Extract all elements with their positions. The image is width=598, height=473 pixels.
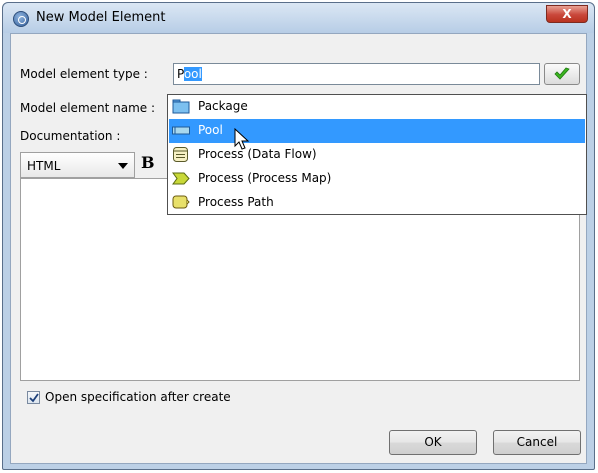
suggestion-label: Process (Data Flow): [198, 147, 317, 161]
suggestion-process-path[interactable]: Process Path: [169, 191, 585, 215]
app-icon: [13, 11, 29, 27]
checkmark-icon: [554, 67, 570, 80]
suggestion-package[interactable]: Package: [169, 95, 585, 119]
format-select-value: HTML: [27, 159, 61, 173]
title-bar[interactable]: New Model Element X: [3, 3, 594, 33]
model-element-type-input[interactable]: Pool: [173, 63, 540, 85]
dialog-title: New Model Element: [36, 10, 166, 25]
suggestion-pool[interactable]: Pool: [169, 119, 585, 143]
checkbox-check-icon: [29, 393, 39, 403]
format-select[interactable]: HTML: [20, 152, 135, 178]
type-suggestion-list: Package Pool Process (Data Flow) Process…: [167, 94, 587, 215]
close-button[interactable]: X: [546, 5, 588, 23]
dialog-window: New Model Element X Model element type :…: [2, 2, 595, 470]
mouse-pointer-icon: [234, 128, 250, 150]
package-icon: [172, 99, 190, 114]
confirm-type-button[interactable]: [544, 63, 580, 85]
ok-button[interactable]: OK: [389, 430, 477, 455]
pool-icon: [172, 126, 190, 135]
suggestion-label: Process (Process Map): [198, 171, 332, 185]
model-element-name-label: Model element name :: [20, 101, 156, 115]
model-element-type-label: Model element type :: [20, 67, 148, 81]
autocomplete-selection: ool: [183, 67, 202, 81]
type-input-text: Pool: [177, 67, 202, 81]
typed-text: P: [177, 67, 184, 81]
open-spec-checkbox[interactable]: [27, 391, 40, 404]
suggestion-label: Process Path: [198, 195, 274, 209]
suggestion-label: Pool: [198, 123, 223, 137]
process-data-flow-icon: [173, 147, 188, 162]
suggestion-process-data-flow[interactable]: Process (Data Flow): [169, 143, 585, 167]
suggestion-process-map[interactable]: Process (Process Map): [169, 167, 585, 191]
dropdown-arrow-icon: [118, 163, 128, 169]
process-path-icon: [172, 195, 190, 209]
suggestion-label: Package: [198, 99, 248, 113]
cancel-button[interactable]: Cancel: [493, 430, 581, 455]
documentation-label: Documentation :: [20, 129, 121, 143]
process-map-icon: [172, 172, 190, 185]
bold-button[interactable]: B: [141, 153, 155, 172]
open-spec-label: Open specification after create: [45, 390, 231, 404]
